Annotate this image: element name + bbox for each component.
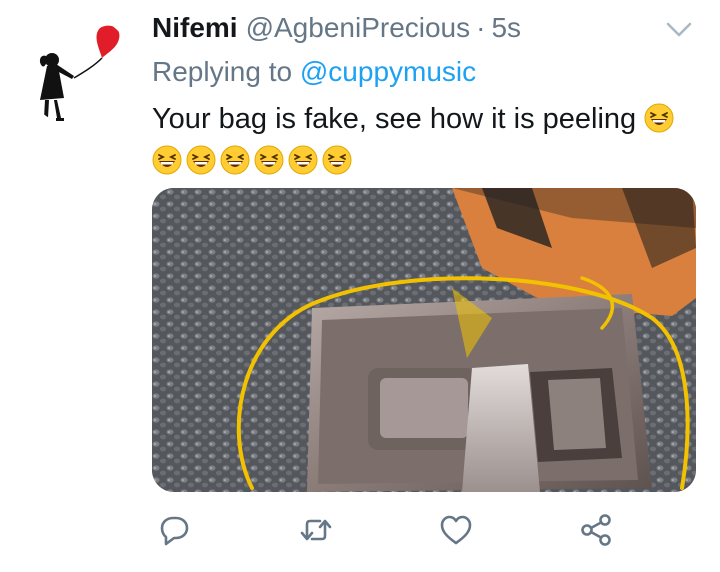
tweet-body: Your bag is fake, see how it is peeling <box>152 103 637 135</box>
grinning-squinting-face-icon <box>220 145 250 175</box>
share-icon[interactable] <box>578 512 614 548</box>
replying-to-label: Replying to <box>152 56 293 87</box>
replying-to-line: Replying to @cuppymusic <box>152 56 476 88</box>
mention-link[interactable]: @cuppymusic <box>300 56 476 87</box>
tweet-text: Your bag is fake, see how it is peeling <box>152 98 697 182</box>
tweet-card[interactable]: Nifemi @AgbeniPrecious · 5s Replying to … <box>0 0 720 572</box>
retweet-icon[interactable] <box>298 512 334 548</box>
user-handle[interactable]: @AgbeniPrecious <box>246 12 471 44</box>
timestamp[interactable]: 5s <box>491 12 521 44</box>
grinning-squinting-face-icon <box>186 145 216 175</box>
avatar[interactable] <box>22 14 134 126</box>
grinning-squinting-face-icon <box>322 145 352 175</box>
tweet-header: Nifemi @AgbeniPrecious · 5s <box>152 12 521 52</box>
grinning-squinting-face-icon <box>644 103 674 133</box>
grinning-squinting-face-icon <box>288 145 318 175</box>
heart-icon[interactable] <box>438 512 474 548</box>
display-name[interactable]: Nifemi <box>152 12 238 44</box>
girl-with-balloon-image <box>39 25 120 121</box>
tweet-actions <box>152 512 696 552</box>
emoji-row <box>152 145 356 177</box>
separator-dot: · <box>476 12 486 43</box>
grinning-squinting-face-icon <box>152 145 182 175</box>
bag-clasp-photo <box>152 188 696 492</box>
tweet-photo[interactable] <box>152 188 696 492</box>
reply-icon[interactable] <box>156 512 192 548</box>
grinning-squinting-face-icon <box>254 145 284 175</box>
chevron-down-icon[interactable] <box>664 18 694 42</box>
